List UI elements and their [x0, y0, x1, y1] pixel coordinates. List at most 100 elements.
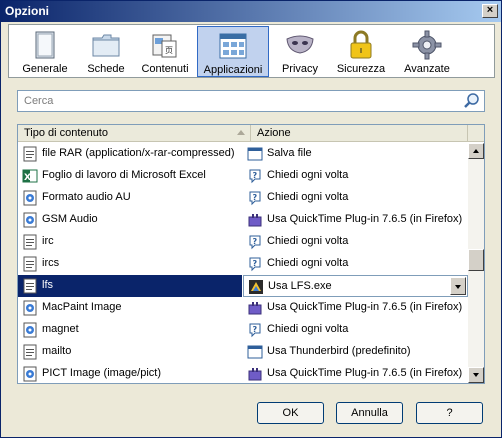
- action-label: Chiedi ogni volta: [267, 191, 349, 203]
- content-type-label: MacPaint Image: [42, 301, 122, 313]
- scroll-up-button[interactable]: [468, 143, 484, 159]
- table-row[interactable]: MacPaint Image Usa QuickTime Plug-in 7.6.…: [18, 297, 468, 319]
- tab-schede[interactable]: Schede: [79, 26, 133, 77]
- generic-file-icon: [22, 344, 38, 360]
- padlock-icon: [350, 30, 372, 59]
- gear-icon: [412, 30, 442, 60]
- options-dialog: Opzioni × Generale Schede 页 Contenuti Ap…: [0, 0, 502, 438]
- dropdown-arrow-icon[interactable]: [450, 277, 466, 295]
- title-bar: Opzioni ×: [1, 1, 501, 22]
- action-cell[interactable]: ? Chiedi ogni volta: [243, 165, 468, 187]
- svg-text:?: ?: [253, 237, 258, 246]
- action-label: Usa QuickTime Plug-in 7.6.5 (in Firefox): [267, 367, 463, 379]
- question-icon: ?: [247, 322, 263, 338]
- content-type-cell[interactable]: ircs: [18, 253, 242, 275]
- search-placeholder: Cerca: [24, 95, 54, 107]
- mask-icon: [286, 35, 314, 54]
- action-cell[interactable]: ? Chiedi ogni volta: [243, 253, 468, 275]
- content-type-cell[interactable]: file RAR (application/x-rar-compressed): [18, 143, 242, 165]
- table-row[interactable]: Formato audio AU? Chiedi ogni volta: [18, 187, 468, 209]
- svg-text:?: ?: [253, 259, 258, 268]
- content-type-cell[interactable]: Formato audio AU: [18, 187, 242, 209]
- action-cell[interactable]: ? Chiedi ogni volta: [243, 187, 468, 209]
- svg-text:页: 页: [165, 46, 173, 55]
- action-cell[interactable]: ? Chiedi ogni volta: [243, 319, 468, 341]
- content-type-cell[interactable]: MacPaint Image: [18, 297, 242, 319]
- column-header-action[interactable]: Azione: [251, 125, 468, 142]
- generic-file-icon: [22, 234, 38, 250]
- plugin-icon: [247, 366, 263, 382]
- sort-ascending-icon: [237, 130, 245, 135]
- table-row[interactable]: irc ? Chiedi ogni volta: [18, 231, 468, 253]
- action-cell[interactable]: Usa Thunderbird (predefinito): [243, 341, 468, 363]
- audio-file-icon: [22, 212, 38, 228]
- content-type-cell[interactable]: magnet: [18, 319, 242, 341]
- table-row[interactable]: file RAR (application/x-rar-compressed) S…: [18, 143, 468, 165]
- action-cell[interactable]: Salva file: [243, 143, 468, 165]
- svg-text:?: ?: [253, 193, 258, 202]
- table-row[interactable]: GSM Audio Usa QuickTime Plug-in 7.6.5 (in…: [18, 209, 468, 231]
- content-type-label: file RAR (application/x-rar-compressed): [42, 147, 235, 159]
- plugin-icon: [247, 300, 263, 316]
- tab-applicazioni[interactable]: Applicazioni: [197, 26, 269, 77]
- audio-file-icon: [22, 300, 38, 316]
- table-row[interactable]: PICT Image (image/pict) Usa QuickTime Plu…: [18, 363, 468, 383]
- svg-text:?: ?: [253, 171, 258, 180]
- cancel-button[interactable]: Annulla: [336, 402, 403, 424]
- generic-file-icon: [22, 146, 38, 162]
- action-cell[interactable]: Usa QuickTime Plug-in 7.6.5 (in Firefox): [243, 209, 468, 231]
- scroll-down-button[interactable]: [468, 367, 484, 383]
- search-input[interactable]: Cerca: [17, 90, 485, 112]
- action-label: Usa QuickTime Plug-in 7.6.5 (in Firefox): [267, 213, 463, 225]
- table-row[interactable]: mailto Usa Thunderbird (predefinito): [18, 341, 468, 363]
- content-type-cell[interactable]: lfs: [18, 275, 242, 297]
- action-cell[interactable]: Usa QuickTime Plug-in 7.6.5 (in Firefox): [243, 297, 468, 319]
- help-button[interactable]: ?: [416, 402, 483, 424]
- tab-label: Applicazioni: [203, 64, 263, 76]
- content-types-list[interactable]: Tipo di contenuto Azione file RAR (appli…: [17, 124, 485, 384]
- question-icon: ?: [247, 234, 263, 250]
- generic-file-icon: [22, 278, 38, 294]
- applications-icon: [219, 33, 247, 59]
- content-type-cell[interactable]: GSM Audio: [18, 209, 242, 231]
- action-cell[interactable]: ? Chiedi ogni volta: [243, 231, 468, 253]
- table-row[interactable]: X Foglio di lavoro di Microsoft Excel? Chi…: [18, 165, 468, 187]
- column-header-content-type[interactable]: Tipo di contenuto: [18, 125, 251, 142]
- svg-text:?: ?: [253, 325, 258, 334]
- scroll-thumb[interactable]: [468, 249, 484, 271]
- table-row[interactable]: lfs Usa LFS.exe: [18, 275, 468, 297]
- content-type-label: mailto: [42, 345, 72, 357]
- tab-label: Sicurezza: [336, 63, 386, 75]
- content-type-cell[interactable]: mailto: [18, 341, 242, 363]
- close-button[interactable]: ×: [482, 4, 498, 18]
- content-type-cell[interactable]: PICT Image (image/pict): [18, 363, 242, 383]
- tab-label: Generale: [22, 63, 68, 75]
- tab-sicurezza[interactable]: Sicurezza: [329, 26, 393, 77]
- table-row[interactable]: ircs? Chiedi ogni volta: [18, 253, 468, 275]
- plugin-icon: [247, 212, 263, 228]
- table-row[interactable]: magnet? Chiedi ogni volta: [18, 319, 468, 341]
- content-type-label: irc: [42, 235, 54, 247]
- window-title: Opzioni: [5, 4, 49, 18]
- action-cell[interactable]: Usa QuickTime Plug-in 7.6.5 (in Firefox): [243, 363, 468, 383]
- content-type-cell[interactable]: X Foglio di lavoro di Microsoft Excel: [18, 165, 242, 187]
- action-dropdown[interactable]: Usa LFS.exe: [243, 275, 468, 297]
- tab-privacy[interactable]: Privacy: [273, 26, 327, 77]
- list-header: Tipo di contenuto Azione: [18, 125, 484, 142]
- list-rows: file RAR (application/x-rar-compressed) S…: [18, 143, 468, 383]
- content-type-label: Formato audio AU: [42, 191, 131, 203]
- action-label: Usa Thunderbird (predefinito): [267, 345, 411, 357]
- content-type-cell[interactable]: irc: [18, 231, 242, 253]
- action-label: Salva file: [267, 147, 312, 159]
- folder-tabs-icon: [92, 34, 120, 57]
- search-icon[interactable]: [463, 92, 481, 110]
- tab-generale[interactable]: Generale: [13, 26, 77, 77]
- tab-label: Privacy: [281, 63, 319, 75]
- content-type-label: lfs: [42, 279, 53, 291]
- ok-button[interactable]: OK: [257, 402, 324, 424]
- tab-avanzate[interactable]: Avanzate: [395, 26, 459, 77]
- question-icon: ?: [247, 190, 263, 206]
- vertical-scrollbar[interactable]: [468, 143, 484, 383]
- action-label: Usa QuickTime Plug-in 7.6.5 (in Firefox): [267, 301, 463, 313]
- tab-contenuti[interactable]: 页 Contenuti: [135, 26, 195, 77]
